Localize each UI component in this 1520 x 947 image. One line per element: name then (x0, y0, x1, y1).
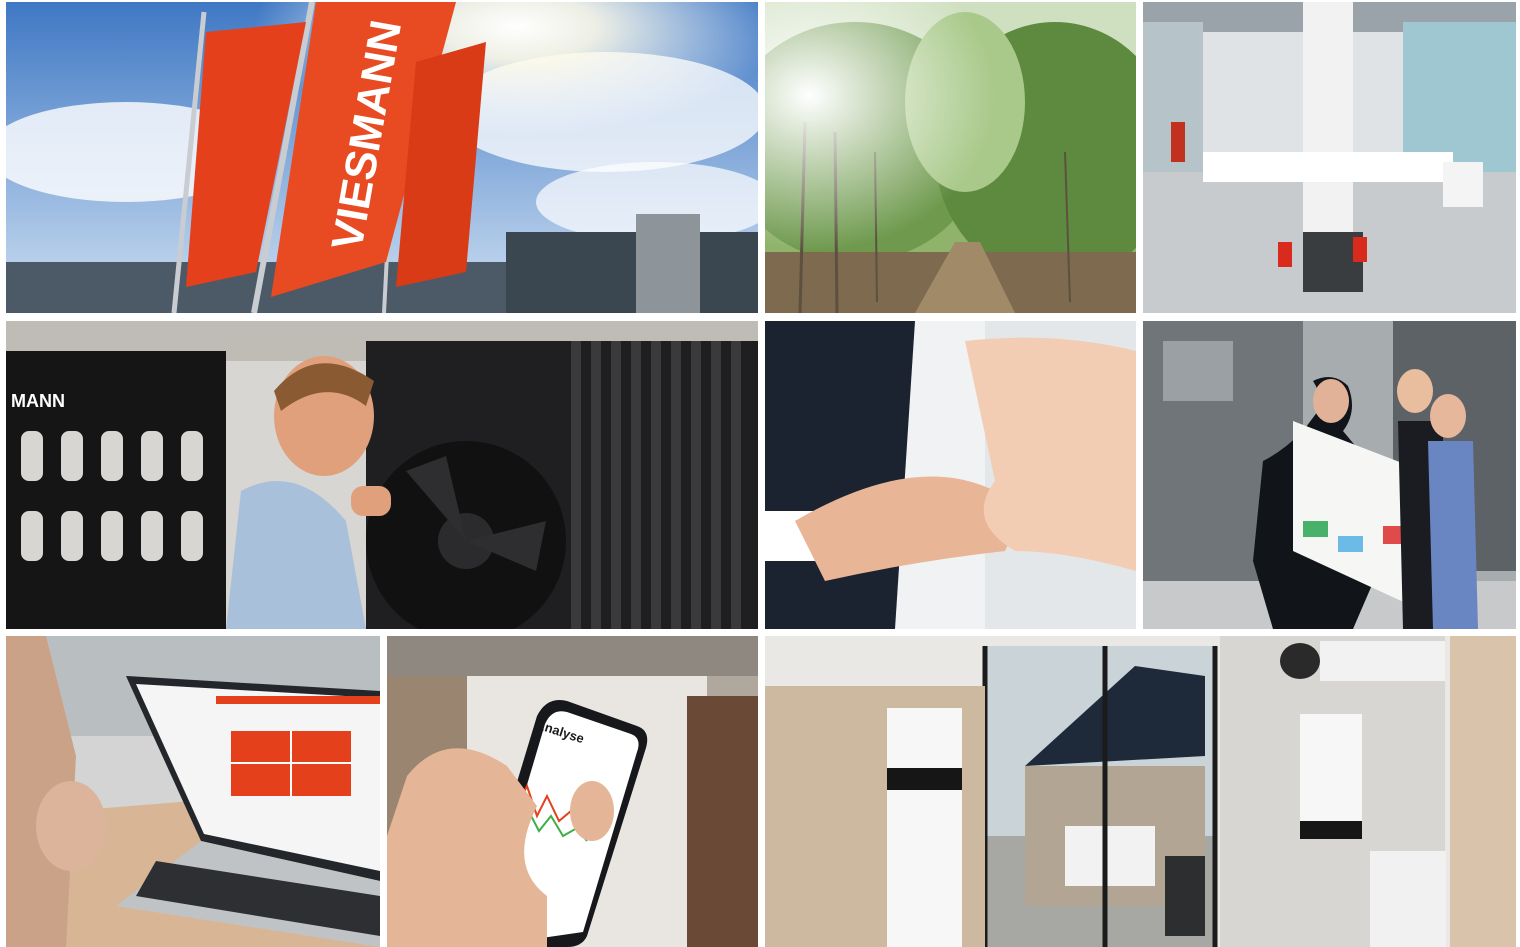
home-energy-system-photo (765, 636, 1516, 947)
handshake-photo (765, 321, 1136, 629)
laptop-dashboard-photo (6, 636, 380, 947)
factory-hall-photo (1143, 2, 1516, 313)
flags-headquarters-photo: VIESMANN (6, 2, 758, 313)
forest-path-photo (765, 2, 1136, 313)
engineers-blueprint-photo (1143, 321, 1516, 629)
heat-pump-brand-text: MANN (11, 391, 65, 411)
technician-heat-pump-photo: MANN (6, 321, 758, 629)
smartphone-app-photo: Analyse (387, 636, 758, 947)
